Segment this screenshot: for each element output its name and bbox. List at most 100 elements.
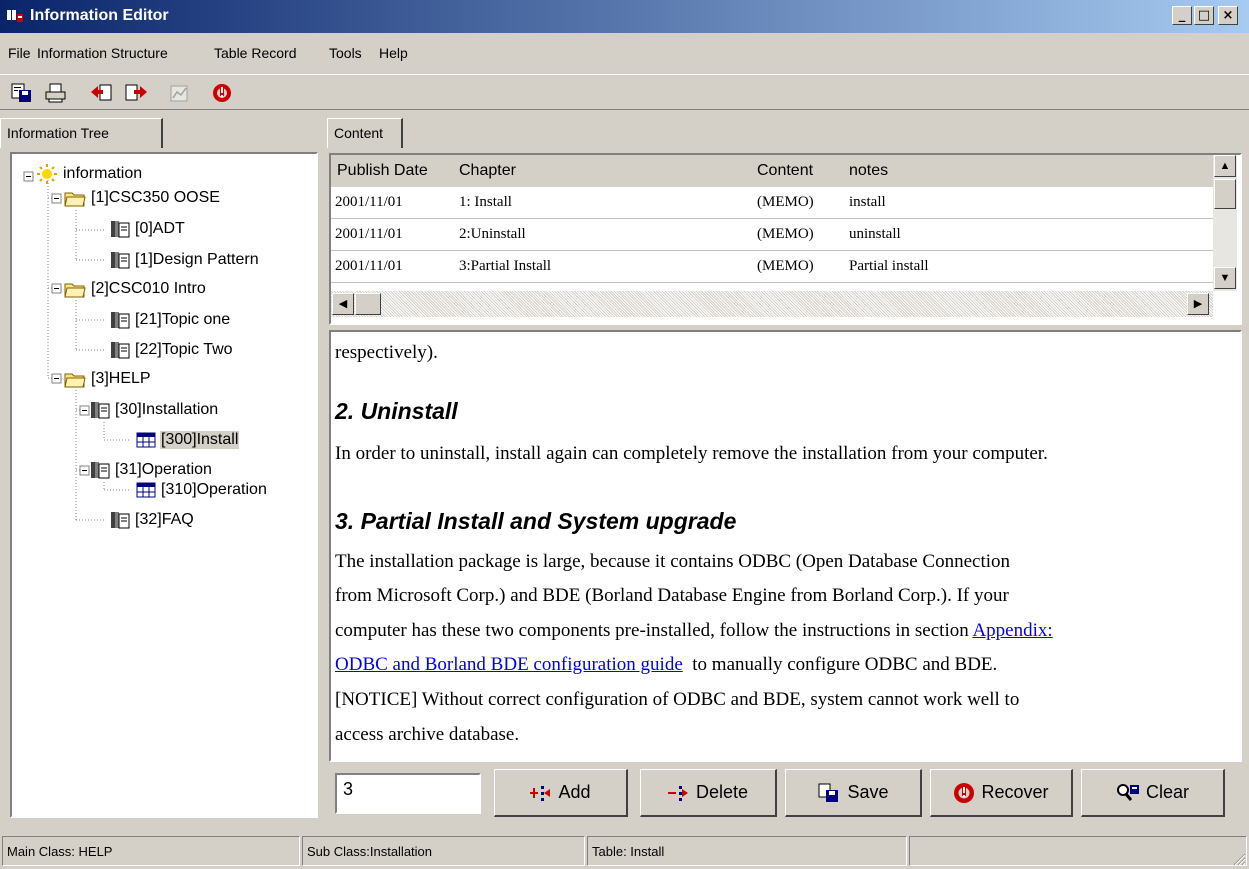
close-button[interactable]: ×	[1218, 6, 1238, 25]
content-line: from Microsoft Corp.) and BDE (Borland D…	[335, 585, 1009, 606]
import-icon[interactable]	[90, 82, 114, 104]
cell-publish-date: 2001/11/01	[335, 258, 403, 274]
table-icon	[136, 482, 156, 498]
recover-icon[interactable]	[210, 82, 234, 104]
records-grid[interactable]: Publish Date Chapter Content notes 2001/…	[329, 153, 1242, 325]
content-text-area[interactable]: respectively). 2. Uninstall In order to …	[329, 330, 1242, 762]
status-extra	[909, 836, 1247, 866]
delete-button-label: Delete	[695, 782, 749, 802]
tree-node-information[interactable]: information	[36, 162, 143, 186]
resize-grip-icon[interactable]	[1232, 852, 1246, 866]
scroll-up-arrow-icon[interactable]: ▲	[1214, 155, 1236, 177]
tree-node-faq[interactable]: [32]FAQ	[110, 508, 195, 532]
tree-node-label: [31]Operation	[115, 461, 212, 478]
content-line: respectively).	[335, 342, 438, 363]
book-icon	[91, 402, 110, 419]
content-line: computer has these two components pre-in…	[335, 620, 1053, 642]
tree-node-installation[interactable]: [30]Installation	[90, 398, 219, 422]
content-text: to manually configure ODBC and BDE.	[682, 654, 998, 675]
scroll-down-arrow-icon[interactable]: ▼	[1214, 267, 1236, 289]
print-icon[interactable]	[44, 82, 68, 104]
status-table: Table: Install	[587, 836, 907, 866]
tree-node-design-pattern[interactable]: [1]Design Pattern	[110, 248, 260, 272]
table-icon	[136, 432, 156, 448]
table-row[interactable]: 2001/11/01 1: Install (MEMO) install	[331, 187, 1213, 219]
book-icon	[111, 512, 130, 529]
add-button-label: Add	[558, 782, 591, 802]
tree-node-label: [1]CSC350 OOSE	[91, 189, 220, 206]
cell-notes: Partial install	[849, 258, 929, 274]
cell-chapter: 2:Uninstall	[459, 226, 526, 242]
content-paragraph: In order to uninstall, install again can…	[335, 443, 1048, 464]
table-row[interactable]: 2001/11/01 3:Partial Install (MEMO) Part…	[331, 251, 1213, 283]
scroll-thumb[interactable]	[355, 293, 381, 315]
appendix-link[interactable]: ODBC and Borland BDE configuration guide	[335, 654, 683, 675]
menu-help[interactable]: Help	[379, 45, 408, 61]
title-bar[interactable]: Information Editor _ □ ×	[0, 0, 1249, 33]
clear-button-label: Clear	[1145, 782, 1189, 802]
delete-button[interactable]: Delete	[640, 769, 777, 817]
tree-node-topic-one[interactable]: [21]Topic one	[110, 308, 231, 332]
content-line: [NOTICE] Without correct configuration o…	[335, 689, 1020, 710]
tab-content[interactable]: Content	[327, 118, 403, 148]
tree-node-csc350[interactable]: [1]CSC350 OOSE	[64, 186, 221, 210]
save-to-file-icon[interactable]	[10, 82, 34, 104]
tree-node-label: [1]Design Pattern	[135, 251, 259, 268]
appendix-link[interactable]: Appendix:	[972, 620, 1052, 641]
tree-node-label: [22]Topic Two	[135, 341, 233, 358]
column-header-content[interactable]: Content	[757, 162, 813, 180]
column-header-notes[interactable]: notes	[849, 162, 888, 180]
book-icon	[111, 312, 130, 329]
column-header-chapter[interactable]: Chapter	[459, 162, 516, 180]
cell-publish-date: 2001/11/01	[335, 194, 403, 210]
clear-button[interactable]: Clear	[1081, 769, 1225, 817]
menu-file[interactable]: File	[8, 45, 31, 61]
status-bar: Main Class: HELP Sub Class:Installation …	[0, 834, 1249, 869]
scroll-right-arrow-icon[interactable]: ▶	[1187, 293, 1209, 315]
cell-notes: uninstall	[849, 226, 901, 242]
menu-bar: File Information Structure Table Record …	[0, 40, 1249, 66]
export-icon[interactable]	[124, 82, 148, 104]
section-heading-partial-install: 3. Partial Install and System upgrade	[335, 508, 737, 534]
menu-information-structure[interactable]: Information Structure	[37, 45, 168, 61]
tree-node-topic-two[interactable]: [22]Topic Two	[110, 338, 234, 362]
sun-icon	[37, 164, 57, 184]
tree-node-install[interactable]: [300]Install	[136, 428, 240, 452]
app-book-icon	[7, 10, 23, 22]
tab-information-tree[interactable]: Information Tree	[0, 118, 163, 148]
tree-node-help[interactable]: [3]HELP	[64, 367, 152, 391]
delete-row-icon	[667, 785, 688, 801]
menu-tools[interactable]: Tools	[329, 45, 362, 61]
scroll-thumb[interactable]	[1214, 179, 1236, 209]
tree-node-csc010[interactable]: [2]CSC010 Intro	[64, 277, 207, 301]
cell-chapter: 3:Partial Install	[459, 258, 552, 274]
grid-horizontal-scrollbar[interactable]: ◀ ▶	[331, 291, 1213, 317]
tree-node-label: [3]HELP	[91, 370, 151, 387]
tree-node-label: [21]Topic one	[135, 311, 231, 328]
content-line: ODBC and Borland BDE configuration guide…	[335, 654, 997, 676]
cell-notes: install	[849, 194, 886, 210]
add-row-icon	[530, 785, 551, 801]
table-row[interactable]: 2001/11/01 2:Uninstall (MEMO) uninstall	[331, 219, 1213, 251]
grid-vertical-scrollbar[interactable]: ▲ ▼	[1213, 155, 1237, 291]
column-header-publish-date[interactable]: Publish Date	[337, 162, 428, 180]
information-tree[interactable]: information [1]CSC350 OOSE [0]ADT [1]Des…	[10, 152, 318, 818]
add-button[interactable]: Add	[494, 769, 628, 817]
report-icon[interactable]	[168, 82, 192, 104]
recover-button-label: Recover	[981, 782, 1049, 802]
tree-node-adt[interactable]: [0]ADT	[110, 217, 186, 241]
save-button[interactable]: Save	[785, 769, 922, 817]
tree-node-operation-table[interactable]: [310]Operation	[136, 478, 268, 502]
maximize-button[interactable]: □	[1194, 6, 1214, 25]
menu-table-record[interactable]: Table Record	[214, 45, 297, 61]
content-line: The installation package is large, becau…	[335, 551, 1011, 572]
recover-button[interactable]: Recover	[930, 769, 1073, 817]
record-number-input[interactable]: 3	[335, 773, 481, 814]
minimize-button[interactable]: _	[1172, 6, 1192, 25]
folder-icon	[64, 192, 86, 207]
recover-icon	[954, 782, 975, 803]
tree-node-label: [300]Install	[160, 431, 240, 449]
book-icon	[111, 252, 130, 269]
tree-node-label: [32]FAQ	[135, 511, 194, 528]
scroll-left-arrow-icon[interactable]: ◀	[332, 293, 354, 315]
